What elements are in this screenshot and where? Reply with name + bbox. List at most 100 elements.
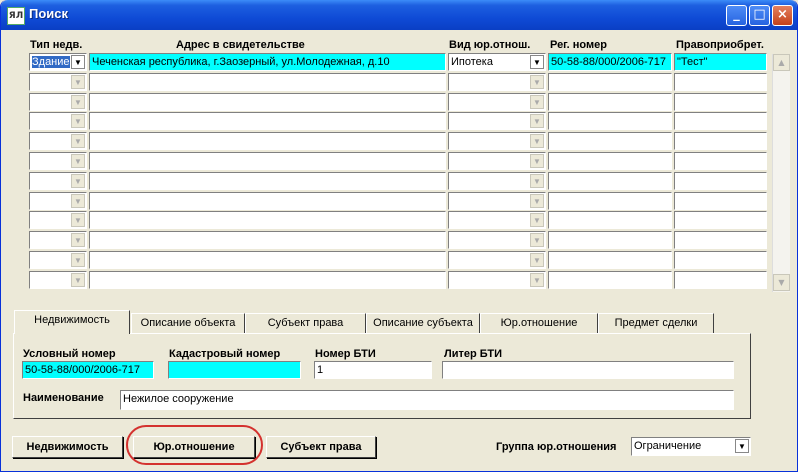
group-select[interactable]: Ограничение ▼ bbox=[631, 437, 751, 456]
grid-cell-address[interactable] bbox=[89, 152, 446, 170]
grid-cell-reg[interactable] bbox=[548, 112, 672, 130]
chevron-down-icon[interactable]: ▼ bbox=[71, 55, 85, 69]
chevron-down-icon[interactable]: ▼ bbox=[71, 154, 85, 168]
property-button[interactable]: Недвижимость bbox=[12, 436, 123, 458]
grid-cell-relation[interactable]: ▼ bbox=[448, 93, 546, 111]
grid-cell-type[interactable]: ▼ bbox=[29, 73, 87, 91]
grid-cell-reg[interactable] bbox=[548, 231, 672, 249]
grid-cell-acq[interactable] bbox=[674, 231, 767, 249]
chevron-down-icon[interactable]: ▼ bbox=[530, 194, 544, 208]
chevron-down-icon[interactable]: ▼ bbox=[71, 194, 85, 208]
grid-cell-address[interactable]: Чеченская республика, г.Заозерный, ул.Мо… bbox=[89, 53, 446, 71]
chevron-down-icon[interactable]: ▼ bbox=[530, 55, 544, 69]
grid-cell-acq[interactable] bbox=[674, 211, 767, 229]
cond-number-field[interactable]: 50-58-88/000/2006-717 bbox=[22, 361, 154, 379]
grid-cell-type[interactable]: ▼ bbox=[29, 112, 87, 130]
grid-cell-acq[interactable]: "Тест" bbox=[674, 53, 767, 71]
chevron-down-icon[interactable]: ▼ bbox=[530, 114, 544, 128]
tab-object-desc[interactable]: Описание объекта bbox=[131, 313, 245, 333]
grid-cell-address[interactable] bbox=[89, 211, 446, 229]
grid-cell-acq[interactable] bbox=[674, 172, 767, 190]
grid-cell-reg[interactable] bbox=[548, 132, 672, 150]
chevron-down-icon[interactable]: ▼ bbox=[530, 174, 544, 188]
grid-cell-address[interactable] bbox=[89, 172, 446, 190]
tab-relation[interactable]: Юр.отношение bbox=[480, 313, 598, 333]
tab-subject-desc[interactable]: Описание субъекта bbox=[366, 313, 480, 333]
close-icon[interactable]: × bbox=[772, 5, 793, 26]
grid-cell-relation[interactable]: ▼ bbox=[448, 231, 546, 249]
grid-cell-type[interactable]: Здание ▼ bbox=[29, 53, 87, 71]
grid-cell-relation[interactable]: ▼ bbox=[448, 152, 546, 170]
grid-cell-reg[interactable] bbox=[548, 211, 672, 229]
grid-cell-address[interactable] bbox=[89, 93, 446, 111]
scroll-up-icon[interactable]: ▲ bbox=[773, 54, 790, 71]
grid-cell-type[interactable]: ▼ bbox=[29, 211, 87, 229]
tab-right-subject[interactable]: Субъект права bbox=[245, 313, 366, 333]
chevron-down-icon[interactable]: ▼ bbox=[71, 253, 85, 267]
grid-cell-address[interactable] bbox=[89, 231, 446, 249]
chevron-down-icon[interactable]: ▼ bbox=[71, 233, 85, 247]
grid-cell-address[interactable] bbox=[89, 112, 446, 130]
grid-cell-reg[interactable] bbox=[548, 271, 672, 289]
chevron-down-icon[interactable]: ▼ bbox=[530, 233, 544, 247]
chevron-down-icon[interactable]: ▼ bbox=[71, 95, 85, 109]
grid-cell-relation[interactable]: ▼ bbox=[448, 132, 546, 150]
grid-cell-relation[interactable]: ▼ bbox=[448, 192, 546, 210]
maximize-icon[interactable]: □ bbox=[749, 5, 770, 26]
chevron-down-icon[interactable]: ▼ bbox=[71, 134, 85, 148]
grid-scrollbar[interactable]: ▲ ▼ bbox=[772, 54, 790, 292]
grid-cell-reg[interactable]: 50-58-88/000/2006-717 bbox=[548, 53, 672, 71]
grid-cell-reg[interactable] bbox=[548, 152, 672, 170]
name-field[interactable]: Нежилое сооружение bbox=[120, 390, 734, 410]
grid-cell-acq[interactable] bbox=[674, 192, 767, 210]
grid-cell-reg[interactable] bbox=[548, 251, 672, 269]
chevron-down-icon[interactable]: ▼ bbox=[530, 213, 544, 227]
chevron-down-icon[interactable]: ▼ bbox=[530, 134, 544, 148]
grid-cell-relation[interactable]: ▼ bbox=[448, 271, 546, 289]
minimize-icon[interactable]: _ bbox=[726, 5, 747, 26]
grid-cell-relation[interactable]: ▼ bbox=[448, 112, 546, 130]
grid-cell-type[interactable]: ▼ bbox=[29, 93, 87, 111]
grid-cell-reg[interactable] bbox=[548, 192, 672, 210]
chevron-down-icon[interactable]: ▼ bbox=[530, 95, 544, 109]
grid-cell-relation[interactable]: Ипотека ▼ bbox=[448, 53, 546, 71]
chevron-down-icon[interactable]: ▼ bbox=[71, 174, 85, 188]
grid-cell-type[interactable]: ▼ bbox=[29, 172, 87, 190]
chevron-down-icon[interactable]: ▼ bbox=[735, 439, 749, 453]
chevron-down-icon[interactable]: ▼ bbox=[71, 273, 85, 287]
chevron-down-icon[interactable]: ▼ bbox=[530, 253, 544, 267]
grid-cell-acq[interactable] bbox=[674, 251, 767, 269]
scroll-down-icon[interactable]: ▼ bbox=[773, 274, 790, 291]
grid-cell-relation[interactable]: ▼ bbox=[448, 211, 546, 229]
grid-cell-address[interactable] bbox=[89, 192, 446, 210]
chevron-down-icon[interactable]: ▼ bbox=[530, 75, 544, 89]
grid-cell-address[interactable] bbox=[89, 251, 446, 269]
grid-cell-relation[interactable]: ▼ bbox=[448, 172, 546, 190]
grid-cell-acq[interactable] bbox=[674, 73, 767, 91]
grid-cell-address[interactable] bbox=[89, 132, 446, 150]
grid-cell-reg[interactable] bbox=[548, 73, 672, 91]
chevron-down-icon[interactable]: ▼ bbox=[530, 273, 544, 287]
grid-cell-type[interactable]: ▼ bbox=[29, 152, 87, 170]
grid-cell-reg[interactable] bbox=[548, 172, 672, 190]
grid-cell-type[interactable]: ▼ bbox=[29, 192, 87, 210]
grid-cell-acq[interactable] bbox=[674, 152, 767, 170]
grid-cell-relation[interactable]: ▼ bbox=[448, 73, 546, 91]
tab-deal-subject[interactable]: Предмет сделки bbox=[598, 313, 714, 333]
grid-cell-acq[interactable] bbox=[674, 112, 767, 130]
grid-cell-type[interactable]: ▼ bbox=[29, 271, 87, 289]
grid-cell-acq[interactable] bbox=[674, 132, 767, 150]
chevron-down-icon[interactable]: ▼ bbox=[71, 213, 85, 227]
grid-cell-address[interactable] bbox=[89, 271, 446, 289]
bti-letter-field[interactable] bbox=[442, 361, 734, 379]
subject-button[interactable]: Субъект права bbox=[266, 436, 376, 458]
chevron-down-icon[interactable]: ▼ bbox=[530, 154, 544, 168]
chevron-down-icon[interactable]: ▼ bbox=[71, 75, 85, 89]
grid-cell-type[interactable]: ▼ bbox=[29, 231, 87, 249]
bti-number-field[interactable]: 1 bbox=[314, 361, 432, 379]
grid-cell-relation[interactable]: ▼ bbox=[448, 251, 546, 269]
grid-cell-type[interactable]: ▼ bbox=[29, 251, 87, 269]
grid-cell-address[interactable] bbox=[89, 73, 446, 91]
cadastral-field[interactable] bbox=[168, 361, 301, 379]
grid-cell-acq[interactable] bbox=[674, 271, 767, 289]
